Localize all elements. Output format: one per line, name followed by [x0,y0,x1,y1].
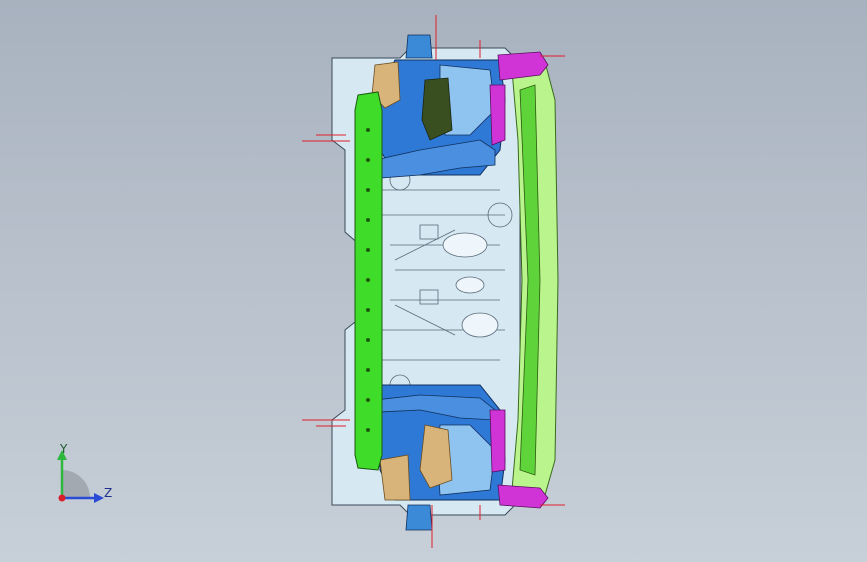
lower-tan-part [419,424,453,489]
car-front-structure-model[interactable] [0,0,867,562]
z-axis-label: Z [104,486,113,500]
magenta-bracket-top-left [489,84,506,146]
x-axis-dot [58,494,66,502]
z-axis-arrow [94,493,104,503]
bottom-mount [405,504,433,531]
y-axis-label: Y [60,442,68,456]
cad-viewport[interactable]: Y Z [0,0,867,562]
triad-origin-wedge [62,470,90,498]
magenta-bracket-bottom-left [489,409,506,473]
top-mount [405,34,433,59]
axis-triad [57,450,104,503]
upper-dark-olive-part [421,77,453,141]
lower-tan-part-left [379,454,411,501]
